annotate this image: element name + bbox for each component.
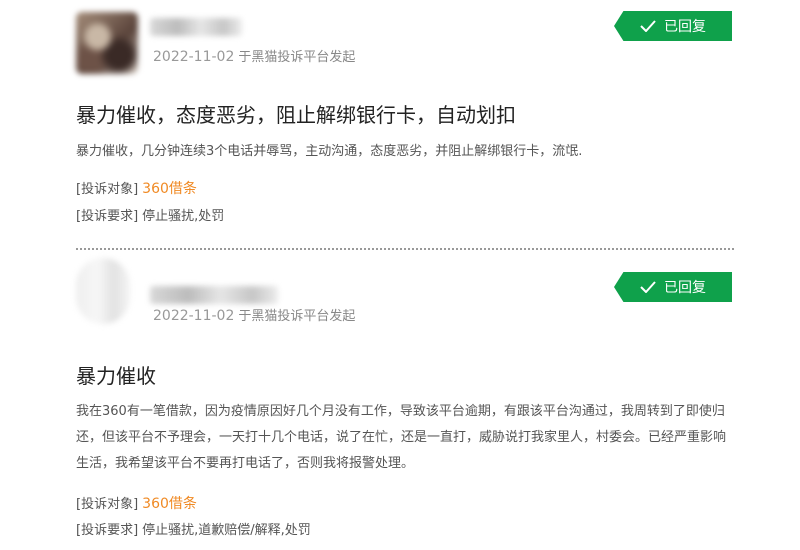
complaint-target: [投诉对象] 360借条 [76,178,197,198]
post-source: 于黑猫投诉平台发起 [238,50,356,65]
complaint-demand: [投诉要求] 停止骚扰,道歉赔偿/解释,处罚 [76,519,311,538]
target-label: [投诉对象] [76,182,139,197]
target-link[interactable]: 360借条 [142,496,197,512]
status-badge: 已回复 [614,11,732,41]
post-content: 我在360有一笔借款，因为疫情原因好几个月没有工作，导致该平台逾期，有跟该平台沟… [76,404,727,471]
demand-value: 停止骚扰,处罚 [142,209,225,224]
username-blurred[interactable] [150,18,242,36]
username-blurred[interactable] [150,286,278,304]
avatar[interactable] [76,258,130,324]
target-label: [投诉对象] [76,497,139,512]
status-label: 已回复 [664,19,706,35]
complaint-demand: [投诉要求] 停止骚扰,处罚 [76,205,224,224]
status-label: 已回复 [664,280,706,296]
demand-label: [投诉要求] [76,523,139,538]
demand-value: 停止骚扰,道歉赔偿/解释,处罚 [142,523,311,538]
post-source: 于黑猫投诉平台发起 [238,309,356,324]
demand-label: [投诉要求] [76,209,139,224]
target-link[interactable]: 360借条 [142,181,197,197]
post-meta: 2022-11-02 于黑猫投诉平台发起 [153,46,355,65]
avatar[interactable] [76,12,138,74]
post-title[interactable]: 暴力催收 [76,360,156,389]
check-icon [640,281,656,293]
status-badge: 已回复 [614,272,732,302]
post-date: 2022-11-02 [153,49,235,65]
post-title[interactable]: 暴力催收，态度恶劣，阻止解绑银行卡，自动划扣 [76,99,516,128]
post-meta: 2022-11-02 于黑猫投诉平台发起 [153,305,355,324]
complaint-target: [投诉对象] 360借条 [76,493,197,513]
post-content: 暴力催收，几分钟连续3个电话并辱骂，主动沟通，态度恶劣，并阻止解绑银行卡，流氓. [76,144,583,159]
post-date: 2022-11-02 [153,308,235,324]
check-icon [640,20,656,32]
divider [76,248,734,250]
